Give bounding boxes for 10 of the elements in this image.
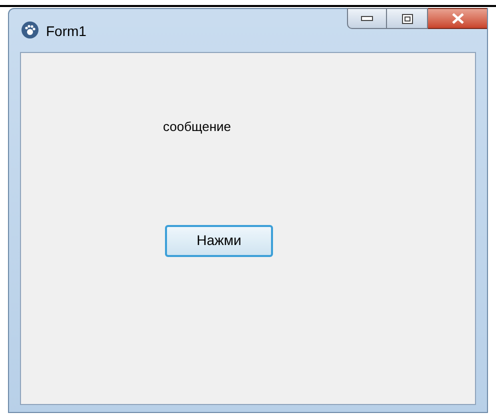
paw-icon [21,21,39,39]
close-button[interactable] [428,8,487,29]
minimize-icon [361,16,373,21]
message-label: сообщение [163,118,232,136]
minimize-button[interactable] [347,8,387,29]
maximize-button[interactable] [387,8,428,29]
press-button[interactable]: Нажми [165,224,273,256]
window-title: Form1 [46,22,86,41]
close-icon [452,13,464,24]
maximize-icon [402,14,412,24]
